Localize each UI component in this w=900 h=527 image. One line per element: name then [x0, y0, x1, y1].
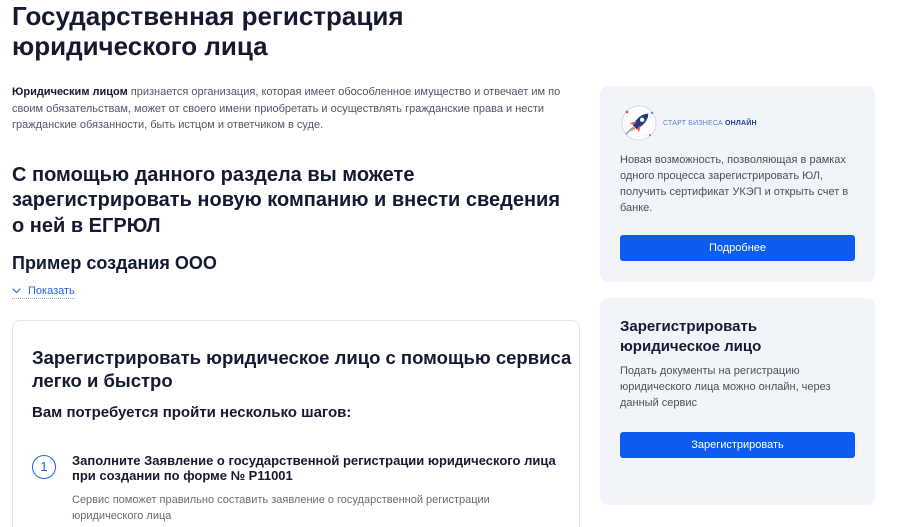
- logo-text: СТАРТ БИЗНЕСА ОНЛАЙН: [663, 119, 757, 128]
- start-business-promo-card: СТАРТ БИЗНЕСА ОНЛАЙН Новая возможность, …: [600, 86, 875, 282]
- step-title-line: при создании по форме № Р11001: [72, 468, 293, 483]
- step-body: Заполните Заявление о государственной ре…: [72, 453, 556, 524]
- steps-subheading: Вам потребуется пройти несколько шагов:: [32, 404, 352, 421]
- step-item: 1 Заполните Заявление о государственной …: [32, 453, 560, 524]
- rocket-icon: [621, 105, 657, 141]
- step-title-line: Заполните Заявление о государственной ре…: [72, 453, 556, 468]
- example-title: Пример создания ООО: [12, 253, 217, 273]
- sidebar: СТАРТ БИЗНЕСА ОНЛАЙН Новая возможность, …: [600, 86, 875, 505]
- register-card: Зарегистрировать юридическое лицо Подать…: [600, 298, 875, 505]
- page-title: Государственная регистрация юридического…: [12, 1, 404, 61]
- step-title: Заполните Заявление о государственной ре…: [72, 453, 556, 483]
- register-button[interactable]: Зарегистрировать: [620, 432, 855, 458]
- more-button[interactable]: Подробнее: [620, 235, 855, 261]
- step-description: Сервис поможет правильно составить заявл…: [72, 494, 490, 522]
- register-text: Подать документы на регистрацию юридичес…: [620, 365, 831, 409]
- logo-text-bold: ОНЛАЙН: [725, 119, 757, 127]
- steps-card: Зарегистрировать юридическое лицо с помо…: [12, 320, 580, 527]
- show-example-link[interactable]: Показать: [12, 284, 75, 299]
- steps-card-heading: Зарегистрировать юридическое лицо с помо…: [32, 346, 572, 392]
- step-number-badge: 1: [32, 455, 56, 479]
- steps-card-heading-line: Зарегистрировать юридическое лицо с помо…: [32, 347, 572, 368]
- section-heading-line: С помощью данного раздела вы можете: [12, 163, 415, 186]
- section-heading: С помощью данного раздела вы можете заре…: [12, 163, 582, 240]
- promo-text: Новая возможность, позволяющая в рамках …: [620, 154, 849, 214]
- chevron-down-icon: [12, 288, 21, 294]
- intro-term: Юридическим лицом: [12, 86, 128, 98]
- logo-text-light: СТАРТ БИЗНЕСА: [663, 119, 723, 127]
- section-heading-line: зарегистрировать новую компанию и внести…: [12, 189, 560, 211]
- steps-card-heading-line: легко и быстро: [32, 370, 173, 391]
- register-heading: Зарегистрировать юридическое лицо: [620, 318, 762, 355]
- main-content: Государственная регистрация юридического…: [12, 0, 582, 299]
- show-link-label: Показать: [28, 285, 75, 297]
- start-business-logo[interactable]: СТАРТ БИЗНЕСА ОНЛАЙН: [620, 104, 855, 142]
- intro-paragraph: Юридическим лицом признается организация…: [12, 84, 582, 134]
- section-heading-line: о ней в ЕГРЮЛ: [12, 214, 161, 237]
